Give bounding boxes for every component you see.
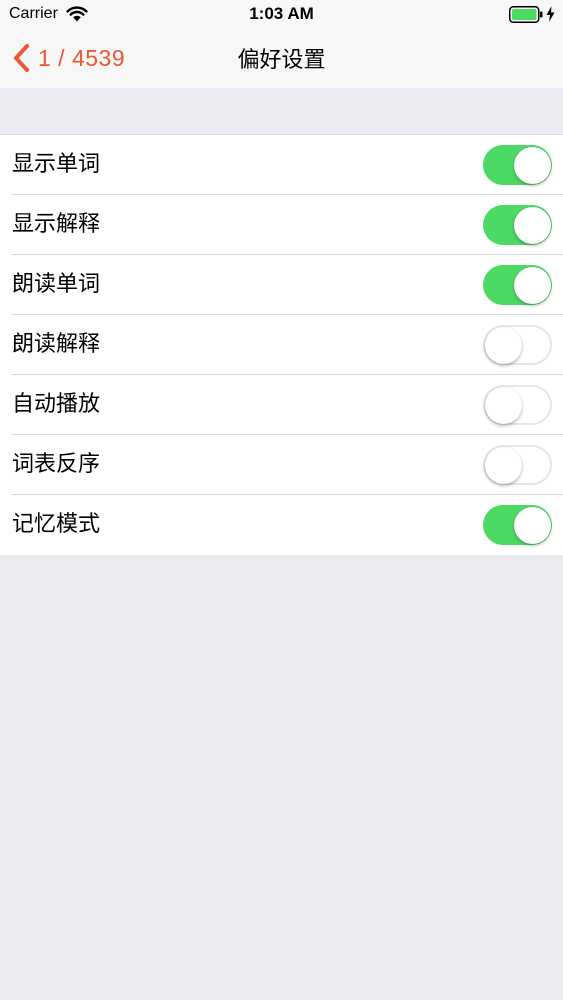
toggle-switch[interactable] xyxy=(483,445,552,485)
charging-bolt-icon xyxy=(546,6,555,22)
page-title: 偏好设置 xyxy=(237,48,326,73)
settings-row-label: 记忆模式 xyxy=(12,512,101,537)
toggle-switch[interactable] xyxy=(483,385,552,425)
settings-row-label: 自动播放 xyxy=(12,392,101,417)
settings-row-label: 显示解释 xyxy=(12,212,101,237)
settings-row: 朗读单词 xyxy=(0,255,563,315)
settings-row: 朗读解释 xyxy=(0,315,563,375)
toggle-switch[interactable] xyxy=(483,205,552,245)
settings-list: 显示单词显示解释朗读单词朗读解释自动播放词表反序记忆模式 xyxy=(0,134,563,555)
settings-row: 记忆模式 xyxy=(0,495,563,555)
toggle-switch[interactable] xyxy=(483,265,552,305)
top-bar: Carrier 1:03 AM 1 / 4539 偏好设置 xyxy=(0,0,563,88)
toggle-knob xyxy=(514,206,551,244)
status-time: 1:03 AM xyxy=(249,4,314,23)
toggle-knob xyxy=(485,386,522,424)
toggle-knob xyxy=(514,146,551,184)
toggle-knob xyxy=(485,446,522,484)
toggle-knob xyxy=(485,326,522,364)
settings-row: 自动播放 xyxy=(0,375,563,435)
settings-row-label: 朗读单词 xyxy=(12,272,101,297)
toggle-knob xyxy=(514,266,551,304)
settings-row-label: 显示单词 xyxy=(12,152,101,177)
status-bar: Carrier 1:03 AM xyxy=(0,0,563,30)
toggle-knob xyxy=(514,506,551,544)
settings-row: 词表反序 xyxy=(0,435,563,495)
settings-row: 显示单词 xyxy=(0,135,563,195)
settings-row-label: 朗读解释 xyxy=(12,332,101,357)
settings-row: 显示解释 xyxy=(0,195,563,255)
toggle-switch[interactable] xyxy=(483,325,552,365)
settings-row-label: 词表反序 xyxy=(12,452,101,477)
battery-icon xyxy=(509,6,543,23)
navigation-bar: 1 / 4539 偏好设置 xyxy=(0,30,563,88)
toggle-switch[interactable] xyxy=(483,505,552,545)
toggle-switch[interactable] xyxy=(483,145,552,185)
